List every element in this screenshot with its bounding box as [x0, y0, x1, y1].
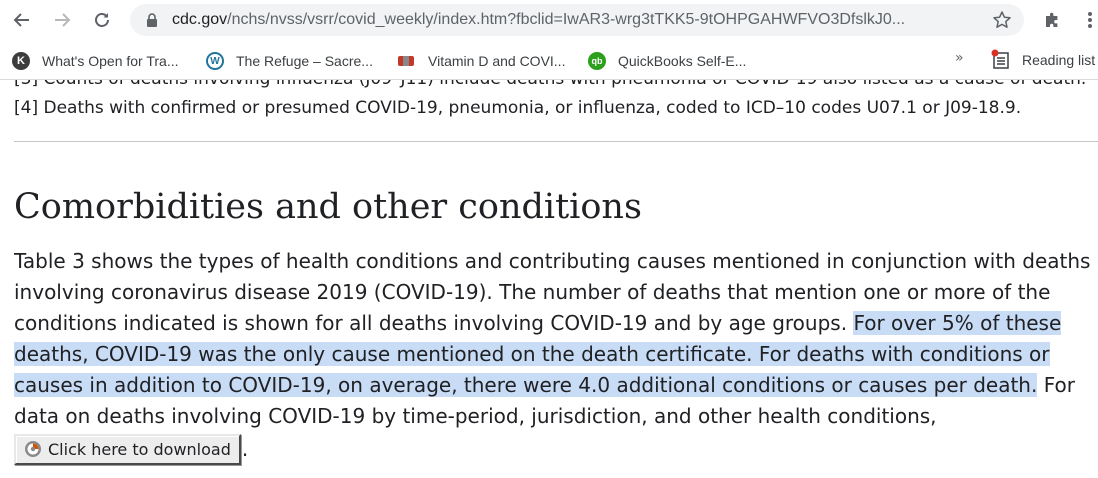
bookmark-item[interactable]: K What's Open for Tra... [12, 51, 192, 71]
bookmark-label: QuickBooks Self-E... [618, 53, 747, 69]
highlighted-text: causes in addition to COVID-19, on avera… [14, 373, 1038, 397]
download-icon [25, 441, 41, 457]
reload-button[interactable] [88, 6, 116, 34]
download-row: Click here to download . [14, 433, 248, 465]
arrow-left-icon [13, 13, 29, 27]
forward-button[interactable] [48, 6, 76, 34]
highlighted-text: deaths, COVID-19 was the only cause ment… [14, 342, 1050, 366]
star-icon[interactable] [992, 10, 1012, 30]
section-divider [14, 141, 1098, 142]
arrow-right-icon [55, 13, 71, 27]
reading-list-button[interactable]: Reading list [990, 49, 1095, 71]
bookmark-label: What's Open for Tra... [42, 53, 179, 69]
page-content: [3] Counts of deaths involving influenza… [14, 80, 1098, 478]
paragraph-line: causes in addition to COVID-19, on avera… [14, 370, 1094, 401]
sentence-period: . [241, 437, 249, 461]
reload-icon [95, 13, 109, 27]
menu-button[interactable] [1078, 8, 1098, 32]
bookmark-label: The Refuge – Sacre... [236, 53, 373, 69]
puzzle-icon [1046, 12, 1058, 27]
bookmark-label: Vitamin D and COVI... [428, 53, 566, 69]
section-heading: Comorbidities and other conditions [14, 187, 642, 227]
paragraph-line: data on deaths involving COVID-19 by tim… [14, 404, 937, 428]
url-host: cdc.gov [172, 11, 228, 28]
download-button[interactable]: Click here to download [14, 433, 241, 465]
paragraph-line: deaths, COVID-19 was the only cause ment… [14, 339, 1094, 370]
wordpress-icon: W [206, 52, 224, 70]
lock-icon[interactable] [144, 12, 160, 28]
highlighted-text: For over 5% of these [853, 311, 1062, 335]
bookmark-item[interactable]: W The Refuge – Sacre... [206, 51, 386, 71]
reading-list-icon [991, 49, 1009, 69]
comorbidities-paragraph: Table 3 shows the types of health condit… [14, 246, 1094, 432]
site-favicon-icon [398, 56, 414, 66]
browser-toolbar: cdc.gov/nchs/nvss/vsrr/covid_weekly/inde… [0, 0, 1098, 40]
paragraph-line: involving coronavirus disease 2019 (COVI… [14, 280, 1051, 304]
k-circle-icon: K [12, 52, 30, 70]
kebab-menu-icon [1088, 12, 1092, 28]
quickbooks-icon: qb [588, 52, 606, 70]
url-text[interactable]: cdc.gov/nchs/nvss/vsrr/covid_weekly/inde… [172, 11, 992, 29]
paragraph-text: conditions indicated is shown for all de… [14, 311, 854, 335]
footnote-4: [4] Deaths with confirmed or presumed CO… [14, 98, 1022, 118]
paragraph-line: Table 3 shows the types of health condit… [14, 249, 1091, 273]
bookmark-item[interactable]: qb QuickBooks Self-E... [588, 51, 768, 71]
bookmarks-overflow-button[interactable]: » [955, 50, 964, 66]
paragraph-line: conditions indicated is shown for all de… [14, 308, 1094, 339]
download-button-label: Click here to download [48, 439, 231, 459]
back-button[interactable] [8, 6, 36, 34]
bookmarks-bar: K What's Open for Tra... W The Refuge – … [0, 40, 1098, 80]
address-bar[interactable]: cdc.gov/nchs/nvss/vsrr/covid_weekly/inde… [130, 4, 1024, 36]
paragraph-text: For [1037, 373, 1075, 397]
reading-list-label: Reading list [1022, 52, 1096, 68]
extensions-button[interactable] [1040, 8, 1064, 32]
footnote-3: [3] Counts of deaths involving influenza… [14, 80, 1086, 90]
url-path: /nchs/nvss/vsrr/covid_weekly/index.htm?f… [227, 11, 906, 28]
bookmark-item[interactable]: Vitamin D and COVI... [398, 51, 578, 71]
